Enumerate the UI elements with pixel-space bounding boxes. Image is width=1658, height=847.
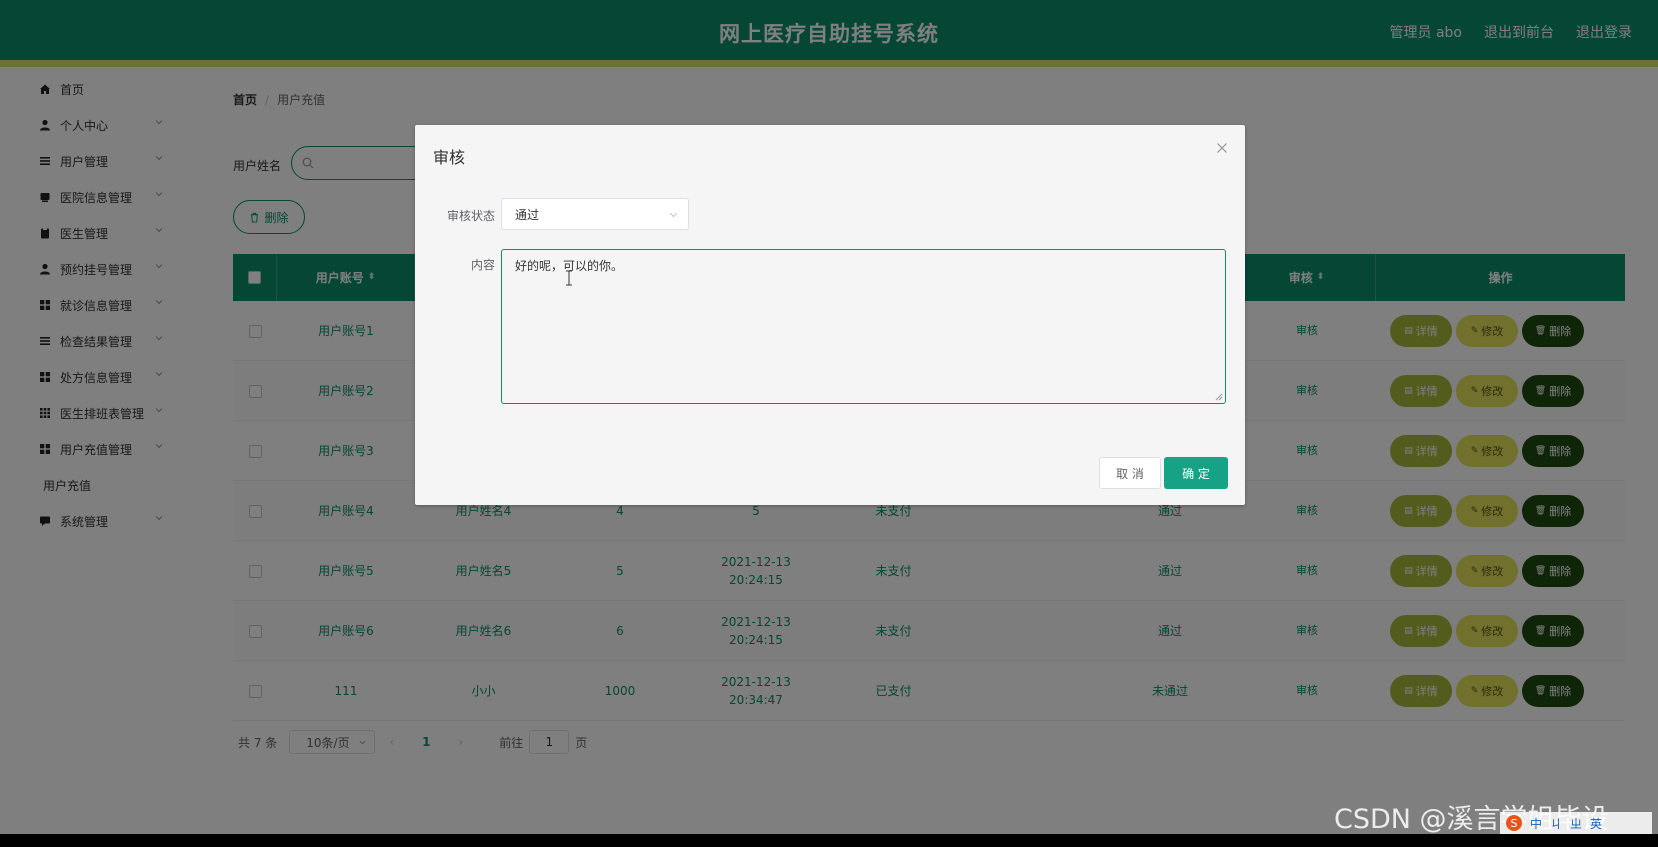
cancel-button[interactable]: 取 消 xyxy=(1099,457,1161,489)
audit-dialog: 审核 审核状态 通过 内容 好的呢，可以的你。 取 消 确 定 xyxy=(415,125,1245,505)
app-window: 网上医疗自助挂号系统 管理员 abo 退出到前台 退出登录 首页 个人中心 用户… xyxy=(0,0,1658,834)
ime-toolbar: S 中 ㄐ ㄓ 英 xyxy=(1500,812,1652,834)
audit-status-label: 审核状态 xyxy=(446,209,495,223)
confirm-button[interactable]: 确 定 xyxy=(1164,457,1228,489)
ime-mode-english[interactable]: 英 xyxy=(1590,815,1602,832)
close-icon[interactable] xyxy=(1215,141,1229,155)
content-textarea[interactable]: 好的呢，可以的你。 xyxy=(501,249,1226,404)
chevron-down-icon xyxy=(669,212,678,218)
text-cursor-icon xyxy=(566,270,572,286)
ime-logo-icon: S xyxy=(1506,815,1522,831)
ime-mode-chinese[interactable]: 中 xyxy=(1530,815,1542,832)
dialog-title: 审核 xyxy=(433,148,466,167)
ime-mode-2[interactable]: ㄓ xyxy=(1570,815,1582,832)
content-label: 内容 xyxy=(470,258,495,272)
ime-mode-1[interactable]: ㄐ xyxy=(1550,815,1562,832)
resize-handle-icon[interactable] xyxy=(1215,393,1223,401)
audit-status-select[interactable]: 通过 xyxy=(501,198,689,230)
